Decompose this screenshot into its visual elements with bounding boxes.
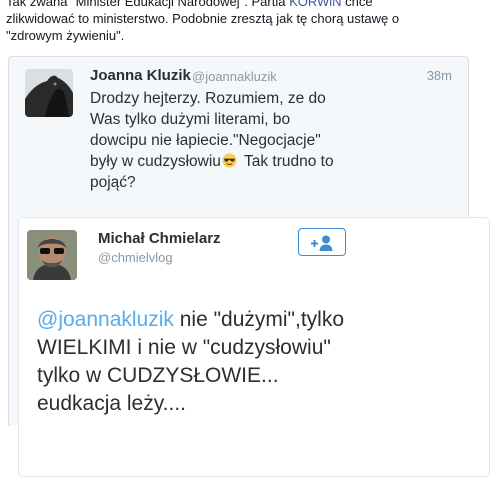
- tweet-line: Drodzy hejterzy. Rozumiem, ze do: [90, 90, 326, 107]
- tweet-author-handle[interactable]: @joannakluzik: [192, 69, 277, 84]
- tweet-body: @joannakluzik nie "dużymi",tylko WIELKIM…: [37, 306, 477, 418]
- tweet-line-segment: były w cudzysłowiu: [90, 153, 221, 170]
- reply-tweet: Michał Chmielarz @chmielvlog @joannakluz…: [18, 217, 490, 477]
- tweet-line: były w cudzysłowiu Tak trudno to: [90, 151, 360, 172]
- tweet-line: tylko w CUDZYSŁOWIE...: [37, 364, 279, 387]
- tweet-author-name[interactable]: Joanna Kluzik: [90, 67, 191, 84]
- post-text: Tak zwana "Minister Edukacji Narodowej".…: [6, 0, 492, 44]
- korwin-link[interactable]: KORWiN: [289, 0, 341, 9]
- add-user-icon: [311, 235, 333, 251]
- tweet-body: Drodzy hejterzy. Rozumiem, ze do Was tyl…: [90, 88, 360, 193]
- post-text-segment: chce: [341, 0, 373, 9]
- mention-link[interactable]: @joannakluzik: [37, 308, 174, 331]
- avatar[interactable]: [25, 69, 73, 117]
- tweet-author-name[interactable]: Michał Chmielarz: [98, 230, 221, 247]
- tweet-author-handle[interactable]: @chmielvlog: [98, 250, 173, 265]
- follow-button[interactable]: [298, 228, 346, 256]
- man-avatar-image: [27, 230, 77, 280]
- post-line-2: zlikwidować to ministerstwo. Podobnie zr…: [6, 11, 400, 26]
- sunglasses-emoji-icon: [222, 153, 237, 168]
- post-line-1: Tak zwana "Minister Edukacji Narodowej".…: [6, 0, 492, 10]
- tweet-line: pojąć?: [90, 174, 136, 191]
- horse-avatar-image: [25, 69, 73, 117]
- tweet-line: eudkacja leży....: [37, 392, 187, 415]
- avatar[interactable]: [27, 230, 77, 280]
- tweet-line-segment: nie "dużymi",tylko: [173, 308, 345, 331]
- tweet-embed: Joanna Kluzik @joannakluzik 38m Drodzy h…: [8, 56, 490, 477]
- tweet-line: WIELKIMI i nie w "cudzysłowiu": [37, 336, 331, 359]
- post-text-segment: Tak zwana "Minister Edukacji Narodowej".…: [6, 0, 290, 9]
- tweet-timestamp[interactable]: 38m: [427, 68, 452, 83]
- tweet-line: @joannakluzik nie "dużymi",tylko: [37, 306, 477, 334]
- tweet-line: dowcipu nie łapiecie."Negocjacje": [90, 132, 321, 149]
- post-line-3: "zdrowym żywieniu".: [6, 28, 125, 43]
- tweet-line: Was tylko dużymi literami, bo: [90, 111, 291, 128]
- tweet-line-segment: Tak trudno to: [239, 153, 334, 170]
